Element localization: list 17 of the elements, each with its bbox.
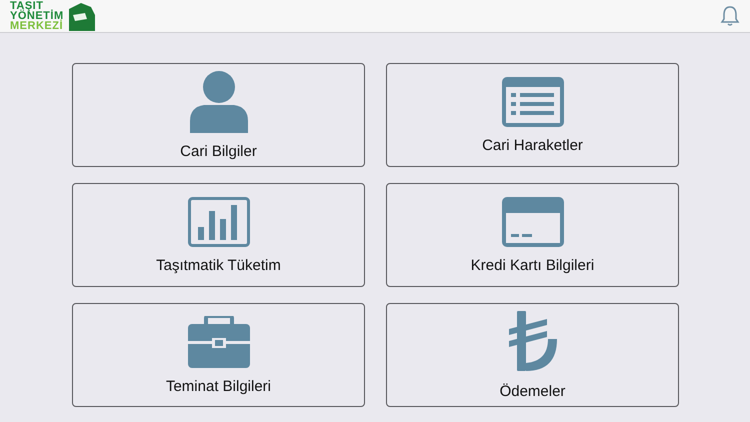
list-icon	[502, 76, 564, 126]
menu-tile[interactable]: Ödemeler	[386, 303, 679, 407]
menu-tile[interactable]: Kredi Kartı Bilgileri	[386, 183, 679, 287]
menu-tile[interactable]: Taşıtmatik Tüketim	[72, 183, 365, 287]
logo-text: TAŞIT	[10, 1, 44, 11]
menu-tile[interactable]: Teminat Bilgileri	[72, 303, 365, 407]
bell-icon[interactable]	[720, 5, 740, 27]
briefcase-icon	[188, 316, 250, 368]
logo-text: YÖNETİM	[10, 11, 64, 21]
menu-tile[interactable]: Cari Haraketler	[386, 63, 679, 167]
logo-text: MERKEZİ	[10, 21, 64, 31]
lira-icon	[506, 310, 558, 372]
car-logo-icon	[66, 1, 97, 31]
credit-card-icon	[502, 196, 564, 246]
menu-tile[interactable]: Cari Bilgiler	[72, 63, 365, 167]
bar-chart-icon	[188, 196, 250, 246]
person-icon	[190, 70, 248, 132]
